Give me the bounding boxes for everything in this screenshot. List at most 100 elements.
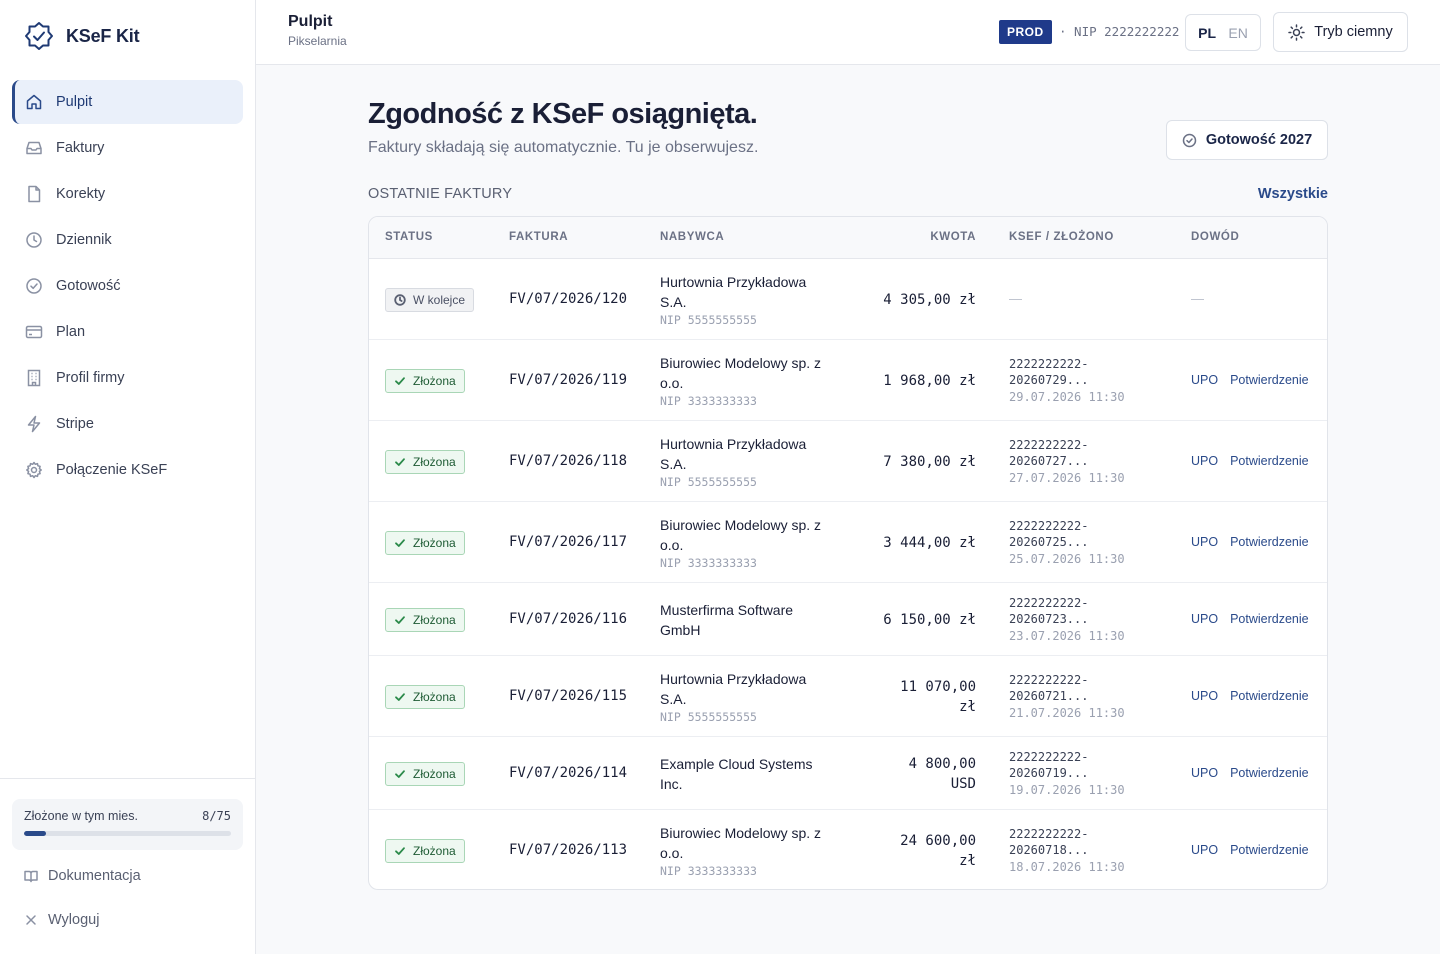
sidebar-item-label: Stripe (56, 416, 94, 432)
confirmation-link[interactable]: Potwierdzenie (1230, 766, 1309, 780)
invoice-number[interactable]: FV/07/2026/117 (509, 534, 627, 550)
amount-line1: 1 968,00 zł (883, 372, 976, 389)
filed-date: 21.07.2026 11:30 (1009, 705, 1125, 720)
ksef-cell: 2222222222- 20260721... 21.07.2026 11:30 (1009, 672, 1159, 722)
readiness-2027-button[interactable]: Gotowość 2027 (1166, 120, 1328, 160)
table-row[interactable]: Złożona FV/07/2026/113 Biurowiec Modelowy … (369, 810, 1327, 889)
invoice-number[interactable]: FV/07/2026/120 (509, 291, 627, 307)
lang-en-button[interactable]: EN (1228, 25, 1247, 41)
invoice-number[interactable]: FV/07/2026/119 (509, 372, 627, 388)
sidebar-item-stripe[interactable]: Stripe (12, 402, 243, 446)
invoice-number[interactable]: FV/07/2026/114 (509, 765, 627, 781)
ksef-number-line2: 20260727... (1009, 454, 1089, 468)
table-row[interactable]: Złożona FV/07/2026/118 Hurtownia Przykłado… (369, 421, 1327, 502)
sidebar-item-label: Gotowość (56, 278, 121, 294)
brand[interactable]: KSeF Kit (24, 20, 140, 52)
monthly-usage: Złożone w tym mies. 8/75 (12, 799, 243, 850)
table-row[interactable]: Złożona FV/07/2026/114 Example Cloud Syste… (369, 737, 1327, 810)
amount-line1: 11 070,00 (900, 678, 976, 695)
confirmation-link[interactable]: Potwierdzenie (1230, 689, 1309, 703)
invoice-number[interactable]: FV/07/2026/113 (509, 842, 627, 858)
sidebar-item-faktury[interactable]: Faktury (12, 126, 243, 170)
sidebar-item-plan[interactable]: Plan (12, 310, 243, 354)
table-header: STATUS FAKTURA NABYWCA KWOTA KSEF / ZŁOŻ… (369, 217, 1327, 259)
usage-progress-bar (24, 831, 231, 836)
filed-date: 23.07.2026 11:30 (1009, 628, 1125, 643)
sidebar-item-label: Pulpit (56, 94, 93, 110)
confirmation-link[interactable]: Potwierdzenie (1230, 454, 1309, 468)
ksef-number-line2: 20260725... (1009, 535, 1089, 549)
company-nip: · NIP 2222222222 (1059, 24, 1180, 39)
credit-card-icon (24, 322, 44, 342)
amount-line1: 3 444,00 zł (883, 534, 976, 551)
status-label: Złożona (413, 689, 456, 704)
buyer-name-line2: GmbH (660, 621, 701, 638)
usage-count: 8/75 (202, 809, 231, 823)
table-row[interactable]: W kolejce FV/07/2026/120 Hurtownia Przykła… (369, 259, 1327, 340)
sidebar-item-label: Profil firmy (56, 370, 125, 386)
buyer-name-line1: Example Cloud Systems (660, 755, 813, 772)
view-all-link[interactable]: Wszystkie (1258, 186, 1328, 202)
buyer-name-line1: Musterfirma Software (660, 601, 794, 618)
ksef-number-line1: 2222222222- (1009, 518, 1089, 533)
sidebar-item-gotowosc[interactable]: Gotowość (12, 264, 243, 308)
ksef-cell: 2222222222- 20260727... 27.07.2026 11:30 (1009, 437, 1159, 487)
sidebar-item-pulpit[interactable]: Pulpit (12, 80, 243, 124)
sidebar-item-profil-firmy[interactable]: Profil firmy (12, 356, 243, 400)
amount-line2: zł (959, 698, 976, 715)
buyer-name-line2: o.o. (660, 536, 684, 553)
amount-cell: 6 150,00 zł (866, 610, 976, 630)
gear-icon (24, 460, 44, 480)
table-row[interactable]: Złożona FV/07/2026/117 Biurowiec Modelowy … (369, 502, 1327, 583)
status-badge: Złożona (385, 449, 465, 474)
upo-link[interactable]: UPO (1191, 454, 1218, 468)
status-label: Złożona (413, 535, 456, 550)
filed-date: 29.07.2026 11:30 (1009, 389, 1125, 404)
company-name: Pikselarnia (288, 34, 347, 48)
inbox-icon (24, 138, 44, 158)
logout-link[interactable]: Wyloguj (24, 912, 99, 928)
amount-cell: 4 800,00 USD (866, 754, 976, 794)
book-icon (24, 870, 38, 883)
buyer-cell: Hurtownia Przykładowa S.A. NIP 5555555555 (660, 434, 850, 489)
buyer-name-line2: o.o. (660, 844, 684, 861)
proof-cell: UPO Potwierdzenie (1191, 535, 1309, 549)
lang-pl-button[interactable]: PL (1198, 25, 1216, 41)
buyer-name-line1: Biurowiec Modelowy sp. z (660, 354, 822, 371)
amount-line2: USD (950, 775, 976, 792)
proof-cell: UPO Potwierdzenie (1191, 612, 1309, 626)
upo-link[interactable]: UPO (1191, 689, 1218, 703)
status-badge: W kolejce (385, 287, 475, 312)
upo-link[interactable]: UPO (1191, 373, 1218, 387)
ksef-logo-icon (25, 22, 53, 50)
amount-cell: 11 070,00 zł (866, 677, 976, 717)
confirmation-link[interactable]: Potwierdzenie (1230, 843, 1309, 857)
upo-link[interactable]: UPO (1191, 612, 1218, 626)
buyer-name-line2: S.A. (660, 690, 687, 707)
upo-link[interactable]: UPO (1191, 843, 1218, 857)
docs-link[interactable]: Dokumentacja (24, 868, 141, 884)
sidebar-item-korekty[interactable]: Korekty (12, 172, 243, 216)
dark-mode-button[interactable]: Tryb ciemny (1273, 12, 1408, 52)
sidebar-item-polaczenie-ksef[interactable]: Połączenie KSeF (12, 448, 243, 492)
table-row[interactable]: Złożona FV/07/2026/116 Musterfirma Softwar… (369, 583, 1327, 656)
upo-link[interactable]: UPO (1191, 535, 1218, 549)
filed-date: 18.07.2026 11:30 (1009, 859, 1125, 874)
sidebar-item-dziennik[interactable]: Dziennik (12, 218, 243, 262)
confirmation-link[interactable]: Potwierdzenie (1230, 612, 1309, 626)
confirmation-link[interactable]: Potwierdzenie (1230, 535, 1309, 549)
upo-link[interactable]: UPO (1191, 766, 1218, 780)
table-row[interactable]: Złożona FV/07/2026/119 Biurowiec Modelowy … (369, 340, 1327, 421)
check-icon (394, 768, 413, 780)
status-badge: Złożona (385, 838, 465, 863)
table-row[interactable]: Złożona FV/07/2026/115 Hurtownia Przykłado… (369, 656, 1327, 737)
main-nav: Pulpit Faktury Korekty Dziennik Gotowość… (12, 80, 243, 494)
confirmation-link[interactable]: Potwierdzenie (1230, 373, 1309, 387)
check-circle-icon (24, 276, 44, 296)
invoice-number[interactable]: FV/07/2026/116 (509, 611, 627, 627)
invoice-number[interactable]: FV/07/2026/115 (509, 688, 627, 704)
ksef-number-line2: 20260729... (1009, 373, 1089, 387)
amount-cell: 7 380,00 zł (866, 452, 976, 472)
status-label: Złożona (413, 373, 456, 388)
invoice-number[interactable]: FV/07/2026/118 (509, 453, 627, 469)
